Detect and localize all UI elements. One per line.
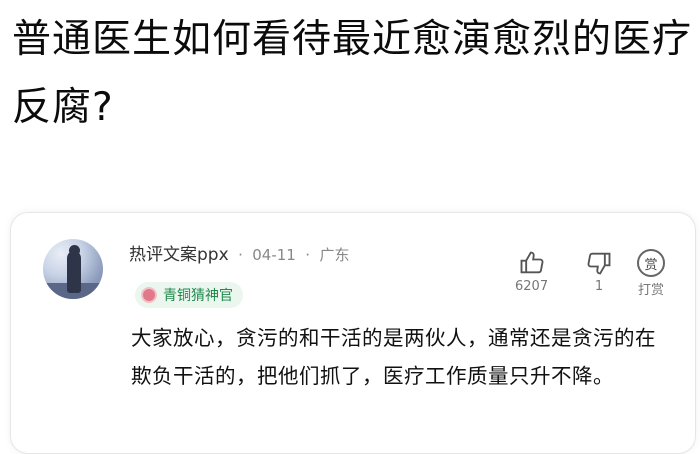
meta-separator-2: ·	[305, 246, 311, 264]
dislike-count: 1	[594, 279, 604, 294]
dislike-button[interactable]: 1	[585, 249, 613, 294]
thumbs-up-icon	[520, 251, 543, 274]
comment-date: 04-11	[252, 246, 296, 264]
avatar[interactable]	[43, 239, 103, 299]
comment-text: 大家放心，贪污的和干活的是两伙人，通常还是贪污的在欺负干活的，把他们抓了，医疗工…	[131, 326, 656, 388]
medal-icon	[141, 287, 157, 303]
comment-location: 广东	[319, 246, 350, 264]
reward-label: 打赏	[637, 283, 664, 298]
question-title: 普通医生如何看待最近愈演愈烈的医疗反腐?	[12, 17, 693, 130]
badge-label: 青铜猜神官	[163, 288, 233, 304]
avatar-figure	[67, 251, 81, 293]
reward-button[interactable]: 赏 打赏	[637, 249, 665, 298]
comment-meta: 热评文案ppx · 04-11 · 广东	[129, 240, 349, 265]
reward-icon: 赏	[637, 249, 665, 277]
user-badge[interactable]: 青铜猜神官	[135, 282, 243, 308]
avatar-head	[69, 245, 80, 256]
thumbs-down-icon	[587, 252, 611, 275]
meta-separator-1: ·	[238, 246, 243, 264]
comment-card: 热评文案ppx · 04-11 · 广东 青铜猜神官 大家放心，贪污的和干活的是…	[10, 212, 696, 454]
like-count: 6207	[515, 279, 549, 294]
username[interactable]: 热评文案ppx	[129, 245, 229, 265]
like-button[interactable]: 6207	[515, 249, 548, 294]
